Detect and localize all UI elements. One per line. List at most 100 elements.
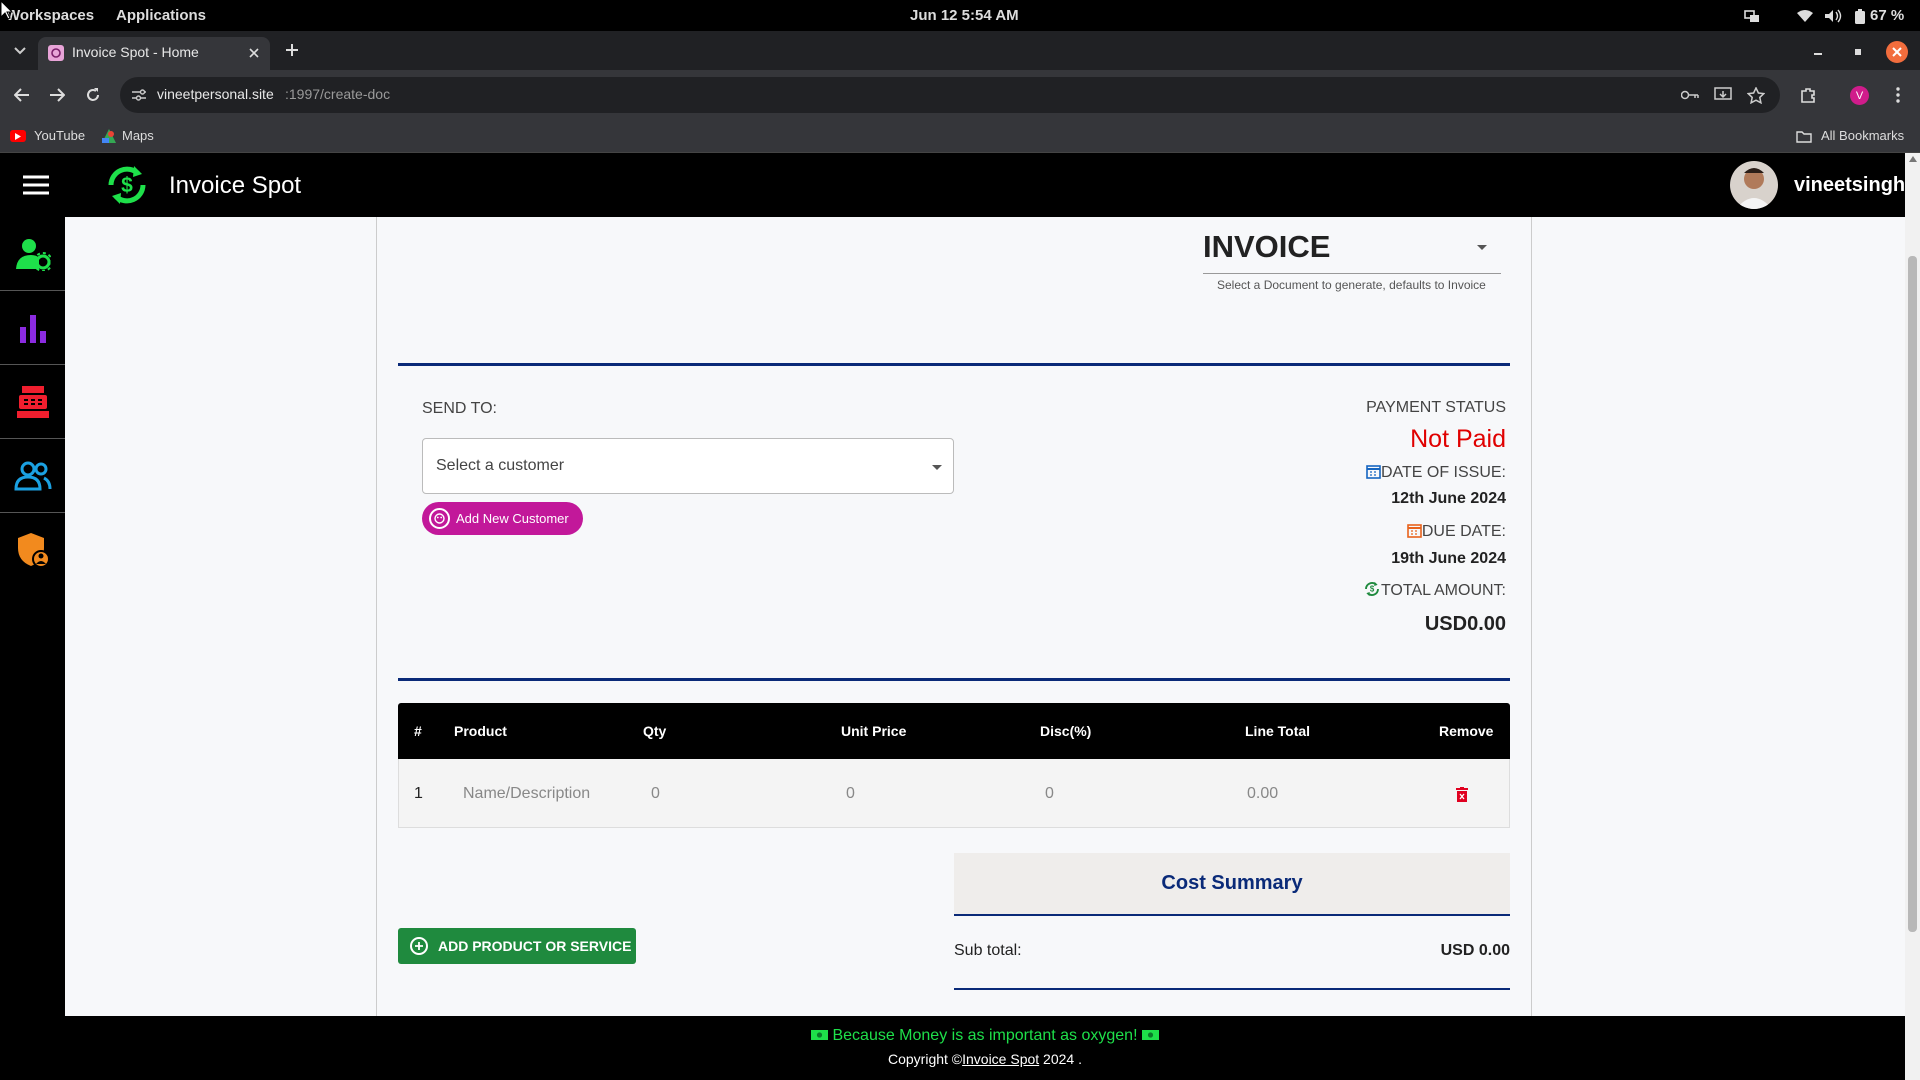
send-to-label: SEND TO: bbox=[422, 400, 497, 417]
money-icon bbox=[1141, 1027, 1159, 1047]
app-header: $ Invoice Spot vineetsingh bbox=[0, 153, 1905, 217]
wifi-icon[interactable] bbox=[1796, 7, 1814, 25]
browser-tab[interactable]: Invoice Spot - Home bbox=[38, 37, 270, 70]
minimize-window-icon[interactable] bbox=[1808, 42, 1828, 62]
dropdown-arrow-icon[interactable] bbox=[931, 462, 943, 472]
add-customer-icon bbox=[429, 508, 450, 529]
remove-row-trash-icon[interactable] bbox=[1454, 785, 1470, 803]
invoice-spot-logo-icon[interactable]: $ bbox=[103, 161, 151, 209]
column-header: Line Total bbox=[1245, 723, 1311, 739]
user-avatar[interactable] bbox=[1730, 161, 1778, 209]
browser-tab-bar: Invoice Spot - Home bbox=[0, 31, 1920, 70]
dropdown-arrow-icon[interactable] bbox=[1475, 242, 1489, 252]
url-host: vineetpersonal.site bbox=[157, 86, 274, 102]
applications-menu[interactable]: Applications bbox=[116, 7, 206, 24]
username[interactable]: vineetsingh bbox=[1794, 174, 1905, 197]
browser-nav-bar: vineetpersonal.site :1997/create-doc V bbox=[0, 70, 1920, 119]
document-type-helper: Select a Document to generate, defaults … bbox=[1217, 278, 1486, 292]
column-header: # bbox=[414, 723, 422, 739]
mouse-cursor-icon bbox=[0, 0, 14, 20]
product-description-input[interactable]: Name/Description bbox=[463, 759, 633, 828]
add-new-customer-button[interactable]: Add New Customer bbox=[422, 502, 583, 535]
payment-status-label: PAYMENT STATUS bbox=[1366, 399, 1506, 416]
site-settings-icon[interactable] bbox=[130, 86, 148, 104]
sidebar bbox=[0, 217, 65, 1016]
cost-summary-title: Cost Summary bbox=[1161, 872, 1303, 894]
add-product-button[interactable]: ADD PRODUCT OR SERVICE bbox=[398, 928, 636, 964]
youtube-icon bbox=[10, 130, 26, 142]
install-app-icon[interactable] bbox=[1713, 86, 1733, 104]
network-icon[interactable] bbox=[1743, 7, 1761, 25]
bookmarks-bar: YouTube Maps All Bookmarks bbox=[0, 119, 1920, 153]
customer-select-placeholder: Select a customer bbox=[436, 457, 565, 474]
sidebar-item-admin[interactable] bbox=[0, 513, 65, 587]
os-top-bar: Workspaces Applications Jun 12 5:54 AM 6… bbox=[0, 0, 1920, 31]
payment-status-value: Not Paid bbox=[1410, 425, 1506, 453]
password-key-icon[interactable] bbox=[1680, 86, 1700, 104]
row-index: 1 bbox=[414, 785, 423, 802]
battery-icon[interactable] bbox=[1853, 7, 1867, 25]
date-of-issue-label: DATE OF ISSUE: bbox=[1380, 464, 1506, 481]
due-date-row: DUE DATE: bbox=[1157, 520, 1506, 550]
maximize-window-icon[interactable] bbox=[1848, 42, 1868, 62]
cost-summary-header: Cost Summary bbox=[954, 853, 1510, 916]
tab-close-icon[interactable] bbox=[246, 45, 262, 61]
bookmark-label: Maps bbox=[122, 128, 154, 143]
calendar-due-icon bbox=[1407, 522, 1422, 546]
profile-avatar[interactable]: V bbox=[1850, 86, 1869, 105]
quantity-input[interactable]: 0 bbox=[651, 759, 771, 828]
payment-info: PAYMENT STATUS Not Paid DATE OF ISSUE: 1… bbox=[1157, 399, 1506, 636]
sidebar-item-account-settings[interactable] bbox=[0, 217, 65, 291]
document-type-value: INVOICE bbox=[1203, 229, 1331, 264]
browser-menu-icon[interactable] bbox=[1888, 85, 1908, 105]
app-footer: Because Money is as important as oxygen!… bbox=[65, 1016, 1905, 1080]
extensions-icon[interactable] bbox=[1798, 85, 1818, 105]
reload-icon[interactable] bbox=[82, 84, 104, 106]
divider bbox=[954, 988, 1510, 990]
svg-text:$: $ bbox=[1370, 585, 1375, 594]
sidebar-item-invoices[interactable] bbox=[0, 365, 65, 439]
divider bbox=[398, 678, 1510, 681]
close-window-icon[interactable] bbox=[1886, 41, 1908, 63]
footer-copyright: Copyright ©Invoice Spot 2024 . bbox=[65, 1051, 1905, 1067]
table-row: 1 Name/Description 0 0 0 0.00 bbox=[398, 759, 1510, 828]
shield-user-icon bbox=[16, 532, 50, 568]
bar-chart-icon bbox=[18, 313, 48, 343]
tab-list-chevron-icon[interactable] bbox=[10, 41, 30, 61]
copyright-suffix: 2024 . bbox=[1039, 1051, 1082, 1067]
customer-select[interactable]: Select a customer bbox=[422, 438, 954, 494]
clock[interactable]: Jun 12 5:54 AM bbox=[910, 7, 1019, 24]
back-icon[interactable] bbox=[11, 84, 33, 106]
scroll-up-arrow-icon[interactable] bbox=[1909, 156, 1917, 162]
footer-home-link[interactable]: Invoice Spot bbox=[962, 1051, 1039, 1067]
date-of-issue-row: DATE OF ISSUE: bbox=[1157, 461, 1506, 490]
volume-icon[interactable] bbox=[1824, 7, 1842, 25]
footer-tagline-row: Because Money is as important as oxygen! bbox=[65, 1026, 1905, 1047]
bookmark-star-icon[interactable] bbox=[1746, 86, 1766, 104]
bookmark-label: YouTube bbox=[34, 128, 86, 143]
tab-favicon-icon bbox=[48, 45, 64, 61]
page-scrollbar[interactable] bbox=[1905, 153, 1920, 1080]
discount-input[interactable]: 0 bbox=[1045, 759, 1165, 828]
table-header: # Product Qty Unit Price Disc(%) Line To… bbox=[398, 703, 1510, 759]
address-bar[interactable]: vineetpersonal.site :1997/create-doc bbox=[120, 77, 1780, 113]
maps-icon bbox=[102, 129, 116, 143]
total-amount-value: USD0.00 bbox=[1424, 613, 1506, 635]
sidebar-item-customers[interactable] bbox=[0, 439, 65, 513]
unit-price-input[interactable]: 0 bbox=[846, 759, 966, 828]
workspaces-menu[interactable]: Workspaces bbox=[6, 7, 94, 24]
forward-icon[interactable] bbox=[46, 84, 68, 106]
document-type-select[interactable]: INVOICE bbox=[1203, 224, 1501, 274]
all-bookmarks-label: All Bookmarks bbox=[1821, 128, 1905, 143]
column-header: Remove bbox=[1439, 723, 1494, 739]
url-path: :1997/create-doc bbox=[285, 86, 391, 102]
all-bookmarks[interactable]: All Bookmarks bbox=[1796, 125, 1916, 147]
hamburger-menu-icon[interactable] bbox=[20, 173, 52, 197]
add-new-customer-label: Add New Customer bbox=[456, 511, 569, 526]
scrollbar-thumb[interactable] bbox=[1908, 256, 1917, 932]
sidebar-item-dashboard[interactable] bbox=[0, 291, 65, 365]
app-title[interactable]: Invoice Spot bbox=[169, 172, 301, 200]
new-tab-icon[interactable] bbox=[282, 40, 302, 60]
folder-icon bbox=[1796, 129, 1812, 143]
footer-tagline: Because Money is as important as oxygen! bbox=[832, 1027, 1138, 1044]
